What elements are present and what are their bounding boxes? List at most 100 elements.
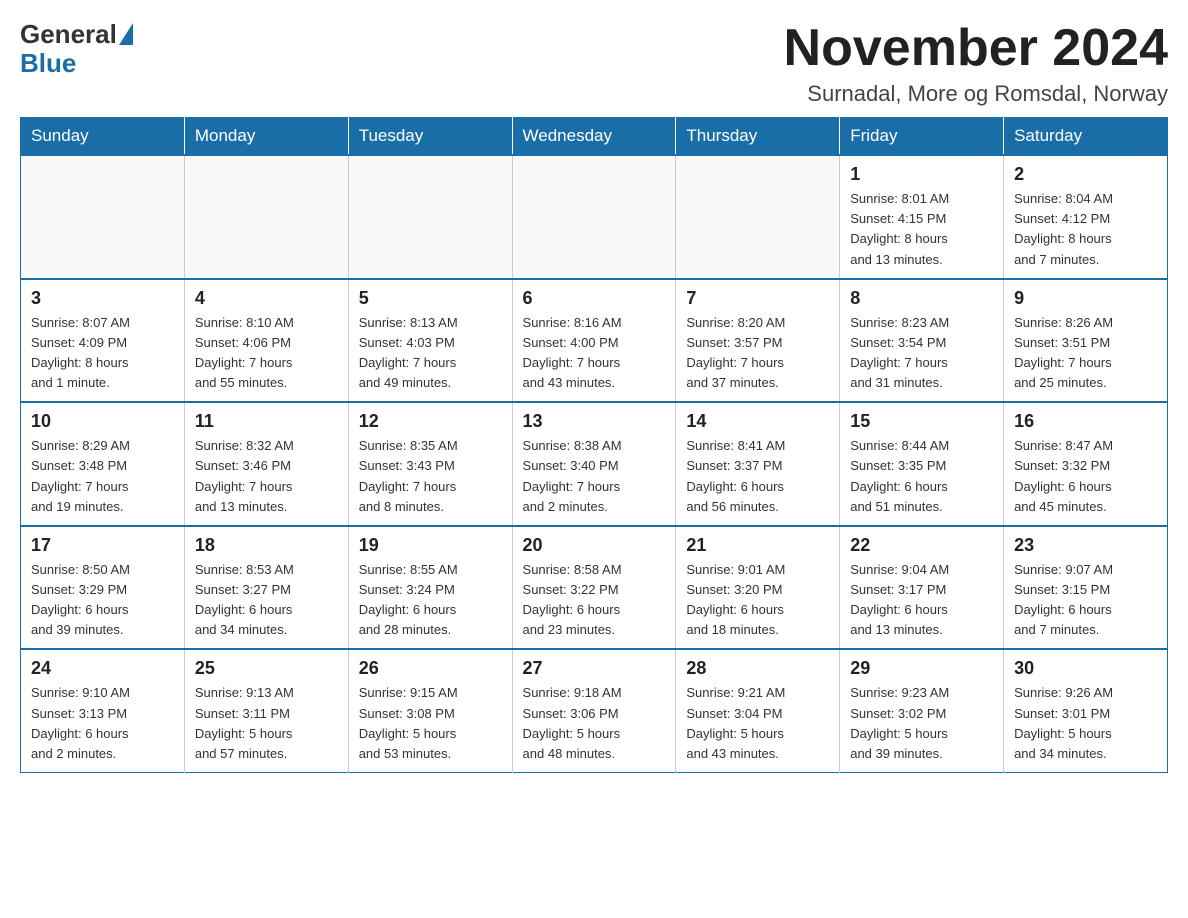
calendar-cell: 25 Sunrise: 9:13 AM Sunset: 3:11 PM Dayli…	[184, 649, 348, 772]
weekday-header-friday: Friday	[840, 118, 1004, 156]
calendar-cell	[348, 155, 512, 279]
day-number: 21	[686, 535, 829, 556]
day-info: Sunrise: 8:58 AM Sunset: 3:22 PM Dayligh…	[523, 560, 666, 641]
day-info: Sunrise: 9:10 AM Sunset: 3:13 PM Dayligh…	[31, 683, 174, 764]
calendar-cell: 7 Sunrise: 8:20 AM Sunset: 3:57 PM Daylig…	[676, 279, 840, 403]
calendar-cell: 21 Sunrise: 9:01 AM Sunset: 3:20 PM Dayli…	[676, 526, 840, 650]
calendar-cell: 15 Sunrise: 8:44 AM Sunset: 3:35 PM Dayli…	[840, 402, 1004, 526]
day-number: 12	[359, 411, 502, 432]
calendar-cell	[184, 155, 348, 279]
day-info: Sunrise: 8:26 AM Sunset: 3:51 PM Dayligh…	[1014, 313, 1157, 394]
calendar-cell: 3Sunrise: 8:07 AM Sunset: 4:09 PM Daylig…	[21, 279, 185, 403]
calendar-cell: 14 Sunrise: 8:41 AM Sunset: 3:37 PM Dayli…	[676, 402, 840, 526]
day-info: Sunrise: 8:38 AM Sunset: 3:40 PM Dayligh…	[523, 436, 666, 517]
logo: General Blue	[20, 20, 135, 77]
calendar-cell: 23 Sunrise: 9:07 AM Sunset: 3:15 PM Dayli…	[1004, 526, 1168, 650]
calendar-cell: 24 Sunrise: 9:10 AM Sunset: 3:13 PM Dayli…	[21, 649, 185, 772]
day-number: 15	[850, 411, 993, 432]
day-info: Sunrise: 9:23 AM Sunset: 3:02 PM Dayligh…	[850, 683, 993, 764]
calendar-week-row: 3Sunrise: 8:07 AM Sunset: 4:09 PM Daylig…	[21, 279, 1168, 403]
day-info: Sunrise: 9:04 AM Sunset: 3:17 PM Dayligh…	[850, 560, 993, 641]
logo-general-text: General	[20, 20, 117, 49]
day-info: Sunrise: 9:13 AM Sunset: 3:11 PM Dayligh…	[195, 683, 338, 764]
calendar-cell: 8 Sunrise: 8:23 AM Sunset: 3:54 PM Daylig…	[840, 279, 1004, 403]
day-number: 14	[686, 411, 829, 432]
day-number: 16	[1014, 411, 1157, 432]
day-number: 20	[523, 535, 666, 556]
calendar-cell: 28 Sunrise: 9:21 AM Sunset: 3:04 PM Dayli…	[676, 649, 840, 772]
calendar-week-row: 17 Sunrise: 8:50 AM Sunset: 3:29 PM Dayli…	[21, 526, 1168, 650]
day-number: 9	[1014, 288, 1157, 309]
day-info: Sunrise: 8:32 AM Sunset: 3:46 PM Dayligh…	[195, 436, 338, 517]
calendar-cell: 29 Sunrise: 9:23 AM Sunset: 3:02 PM Dayli…	[840, 649, 1004, 772]
day-info: Sunrise: 8:23 AM Sunset: 3:54 PM Dayligh…	[850, 313, 993, 394]
calendar-week-row: 24 Sunrise: 9:10 AM Sunset: 3:13 PM Dayli…	[21, 649, 1168, 772]
day-number: 22	[850, 535, 993, 556]
weekday-header-thursday: Thursday	[676, 118, 840, 156]
day-info: Sunrise: 8:16 AM Sunset: 4:00 PM Dayligh…	[523, 313, 666, 394]
day-info: Sunrise: 9:01 AM Sunset: 3:20 PM Dayligh…	[686, 560, 829, 641]
day-info: Sunrise: 8:29 AM Sunset: 3:48 PM Dayligh…	[31, 436, 174, 517]
calendar-cell: 12 Sunrise: 8:35 AM Sunset: 3:43 PM Dayli…	[348, 402, 512, 526]
day-number: 10	[31, 411, 174, 432]
day-info: Sunrise: 8:41 AM Sunset: 3:37 PM Dayligh…	[686, 436, 829, 517]
calendar-cell: 4 Sunrise: 8:10 AM Sunset: 4:06 PM Daylig…	[184, 279, 348, 403]
day-number: 25	[195, 658, 338, 679]
day-info: Sunrise: 8:55 AM Sunset: 3:24 PM Dayligh…	[359, 560, 502, 641]
day-info: Sunrise: 8:44 AM Sunset: 3:35 PM Dayligh…	[850, 436, 993, 517]
day-number: 6	[523, 288, 666, 309]
calendar-table: SundayMondayTuesdayWednesdayThursdayFrid…	[20, 117, 1168, 773]
day-number: 11	[195, 411, 338, 432]
day-number: 2	[1014, 164, 1157, 185]
day-info: Sunrise: 9:15 AM Sunset: 3:08 PM Dayligh…	[359, 683, 502, 764]
day-info: Sunrise: 8:50 AM Sunset: 3:29 PM Dayligh…	[31, 560, 174, 641]
month-title: November 2024	[784, 20, 1168, 77]
calendar-cell: 27 Sunrise: 9:18 AM Sunset: 3:06 PM Dayli…	[512, 649, 676, 772]
weekday-header-tuesday: Tuesday	[348, 118, 512, 156]
calendar-cell: 1Sunrise: 8:01 AM Sunset: 4:15 PM Daylig…	[840, 155, 1004, 279]
calendar-cell: 13 Sunrise: 8:38 AM Sunset: 3:40 PM Dayli…	[512, 402, 676, 526]
day-info: Sunrise: 8:13 AM Sunset: 4:03 PM Dayligh…	[359, 313, 502, 394]
calendar-cell	[512, 155, 676, 279]
day-number: 17	[31, 535, 174, 556]
weekday-header-wednesday: Wednesday	[512, 118, 676, 156]
logo-blue-text: Blue	[20, 49, 76, 78]
day-info: Sunrise: 8:35 AM Sunset: 3:43 PM Dayligh…	[359, 436, 502, 517]
calendar-cell: 30 Sunrise: 9:26 AM Sunset: 3:01 PM Dayli…	[1004, 649, 1168, 772]
calendar-cell: 2Sunrise: 8:04 AM Sunset: 4:12 PM Daylig…	[1004, 155, 1168, 279]
calendar-cell: 20 Sunrise: 8:58 AM Sunset: 3:22 PM Dayli…	[512, 526, 676, 650]
calendar-cell: 6 Sunrise: 8:16 AM Sunset: 4:00 PM Daylig…	[512, 279, 676, 403]
day-number: 4	[195, 288, 338, 309]
calendar-cell: 16 Sunrise: 8:47 AM Sunset: 3:32 PM Dayli…	[1004, 402, 1168, 526]
calendar-cell	[676, 155, 840, 279]
day-number: 23	[1014, 535, 1157, 556]
calendar-week-row: 10 Sunrise: 8:29 AM Sunset: 3:48 PM Dayli…	[21, 402, 1168, 526]
calendar-cell	[21, 155, 185, 279]
day-info: Sunrise: 8:10 AM Sunset: 4:06 PM Dayligh…	[195, 313, 338, 394]
day-number: 13	[523, 411, 666, 432]
day-number: 26	[359, 658, 502, 679]
day-info: Sunrise: 9:18 AM Sunset: 3:06 PM Dayligh…	[523, 683, 666, 764]
calendar-cell: 10 Sunrise: 8:29 AM Sunset: 3:48 PM Dayli…	[21, 402, 185, 526]
day-number: 8	[850, 288, 993, 309]
day-info: Sunrise: 9:26 AM Sunset: 3:01 PM Dayligh…	[1014, 683, 1157, 764]
calendar-cell: 22 Sunrise: 9:04 AM Sunset: 3:17 PM Dayli…	[840, 526, 1004, 650]
weekday-header-monday: Monday	[184, 118, 348, 156]
day-number: 1	[850, 164, 993, 185]
calendar-cell: 9 Sunrise: 8:26 AM Sunset: 3:51 PM Daylig…	[1004, 279, 1168, 403]
day-info: Sunrise: 8:47 AM Sunset: 3:32 PM Dayligh…	[1014, 436, 1157, 517]
day-info: Sunrise: 9:07 AM Sunset: 3:15 PM Dayligh…	[1014, 560, 1157, 641]
day-number: 7	[686, 288, 829, 309]
day-info: Sunrise: 9:21 AM Sunset: 3:04 PM Dayligh…	[686, 683, 829, 764]
day-info: Sunrise: 8:20 AM Sunset: 3:57 PM Dayligh…	[686, 313, 829, 394]
day-number: 5	[359, 288, 502, 309]
page-header: General Blue November 2024 Surnadal, Mor…	[20, 20, 1168, 107]
day-number: 29	[850, 658, 993, 679]
location-title: Surnadal, More og Romsdal, Norway	[784, 81, 1168, 107]
day-number: 28	[686, 658, 829, 679]
calendar-cell: 5 Sunrise: 8:13 AM Sunset: 4:03 PM Daylig…	[348, 279, 512, 403]
day-number: 24	[31, 658, 174, 679]
day-info: Sunrise: 8:07 AM Sunset: 4:09 PM Dayligh…	[31, 313, 174, 394]
day-number: 30	[1014, 658, 1157, 679]
day-number: 27	[523, 658, 666, 679]
